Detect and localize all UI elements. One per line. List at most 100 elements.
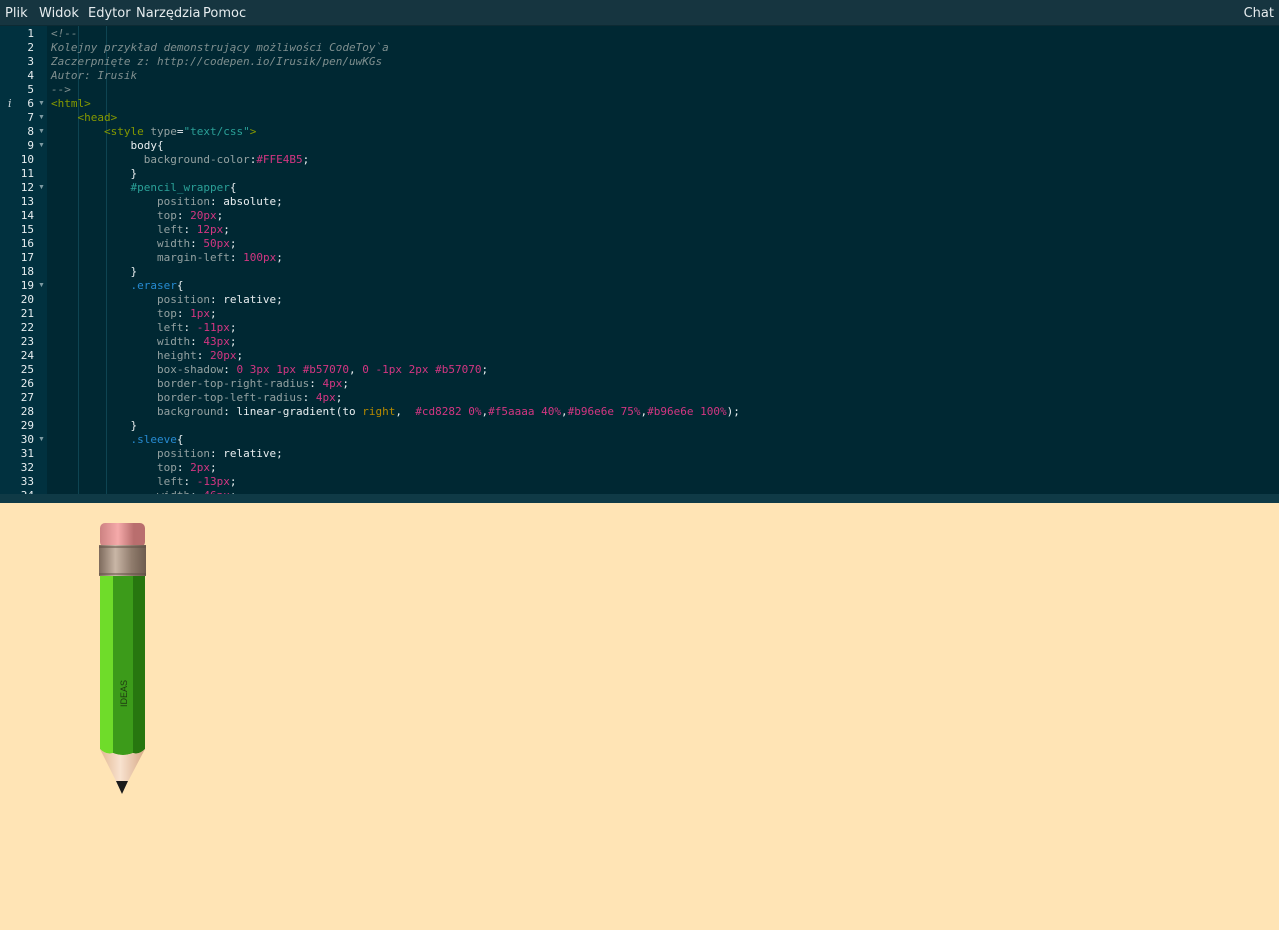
code-token: border-top-left-radius [156, 391, 303, 404]
code-token: : [196, 349, 210, 362]
line-number: 5 [27, 83, 34, 96]
code-line[interactable]: #pencil_wrapper{ [51, 181, 236, 195]
code-token: : [183, 321, 197, 334]
code-line[interactable]: margin-left: 100px; [51, 251, 283, 265]
code-line[interactable]: top: 2px; [51, 461, 217, 475]
code-token: ; [236, 349, 244, 362]
code-line[interactable]: <head> [51, 111, 118, 125]
horizontal-scrollbar[interactable] [0, 494, 1279, 503]
code-line[interactable]: width: 43px; [51, 335, 237, 349]
code-line[interactable]: <html> [51, 97, 91, 111]
fold-toggle-icon[interactable]: ▼ [38, 139, 45, 153]
code-token: 20px [190, 209, 217, 222]
code-line[interactable]: background: linear-gradient(to right, #c… [51, 405, 740, 419]
fold-toggle-icon[interactable]: ▼ [38, 125, 45, 139]
code-token: : absolute; [209, 195, 283, 208]
code-token: : [309, 377, 323, 390]
code-token: : [190, 335, 204, 348]
code-token: : [176, 209, 191, 222]
code-line[interactable]: background-color:#FFE4B5; [51, 153, 310, 167]
info-icon[interactable]: i [8, 97, 12, 111]
code-line[interactable]: --> [51, 83, 71, 97]
code-token: : [176, 307, 191, 320]
code-token: left [156, 223, 184, 236]
pencil-body-middle [113, 576, 133, 755]
code-token: #b57070 [435, 363, 482, 376]
line-number: 7 [27, 111, 34, 124]
chat-button[interactable]: Chat [1244, 6, 1274, 21]
code-line[interactable]: } [51, 167, 137, 181]
code-line[interactable]: top: 20px; [51, 209, 223, 223]
preview-pane: IDEAS [0, 503, 1279, 925]
code-line[interactable]: left: -11px; [51, 321, 237, 335]
code-line[interactable]: body{ [51, 139, 163, 153]
code-line[interactable]: position: relative; [51, 447, 283, 461]
line-number: 30 [20, 433, 34, 446]
fold-toggle-icon[interactable]: ▼ [38, 181, 45, 195]
code-line[interactable]: } [51, 419, 137, 433]
menu-pomoc[interactable]: Pomoc [203, 6, 246, 21]
code-editor[interactable]: 1 2 3 4 5 6 ▼ i 7 ▼ 8 ▼ 9 ▼ 10 11 12 ▼ 13 14 15 16 17 18 19 ▼ 20 21… [0, 26, 1279, 503]
code-token: Autor: Irusik [51, 69, 138, 82]
code-line[interactable]: Autor: Irusik [51, 69, 137, 83]
code-line[interactable]: left: -13px; [51, 475, 237, 489]
code-line[interactable]: width: 50px; [51, 237, 237, 251]
line-number: 22 [20, 321, 34, 334]
code-token: ; [335, 391, 343, 404]
code-token: left [156, 475, 184, 488]
code-token: #pencil_wrapper [130, 181, 230, 194]
code-line[interactable]: <style type="text/css"> [51, 125, 256, 139]
menu-narzedzia[interactable]: Narzędzia [136, 6, 201, 21]
code-line[interactable]: top: 1px; [51, 307, 217, 321]
code-line[interactable]: .eraser{ [51, 279, 183, 293]
fold-toggle-icon[interactable]: ▼ [38, 279, 45, 293]
code-line[interactable]: } [51, 265, 137, 279]
code-token: 2px [190, 461, 210, 474]
code-line[interactable]: .sleeve{ [51, 433, 183, 447]
code-line[interactable]: box-shadow: 0 3px 1px #b57070, 0 -1px 2p… [51, 363, 488, 377]
menu-edytor[interactable]: Edytor [88, 6, 131, 21]
code-token: { [176, 433, 184, 446]
line-number: 10 [20, 153, 34, 166]
code-line[interactable]: position: absolute; [51, 195, 283, 209]
code-token: --> [51, 83, 71, 96]
pencil-lead [116, 781, 128, 794]
code-token: -11px [196, 321, 230, 334]
code-area[interactable]: <!-- Kolejny przykład demonstrujący możli… [47, 26, 1279, 494]
code-token: : [302, 391, 316, 404]
code-token: , [349, 363, 363, 376]
code-line[interactable]: <!-- [51, 27, 78, 41]
code-token: #FFE4B5 [256, 153, 303, 166]
fold-toggle-icon[interactable]: ▼ [38, 433, 45, 447]
code-token: type [150, 125, 177, 138]
fold-toggle-icon[interactable]: ▼ [38, 111, 45, 125]
fold-toggle-icon[interactable]: ▼ [38, 97, 45, 111]
line-number-gutter: 1 2 3 4 5 6 ▼ i 7 ▼ 8 ▼ 9 ▼ 10 11 12 ▼ 13 14 15 16 17 18 19 ▼ 20 21… [0, 26, 47, 502]
code-token: 100% [693, 405, 727, 418]
code-line[interactable]: border-top-right-radius: 4px; [51, 377, 349, 391]
line-number: 17 [20, 251, 34, 264]
menu-widok[interactable]: Widok [39, 6, 79, 21]
code-line[interactable]: height: 20px; [51, 349, 243, 363]
code-line[interactable]: position: relative; [51, 293, 283, 307]
menu-plik[interactable]: Plik [5, 6, 28, 21]
code-token: Zaczerpnięte z: http://codepen.io/Irusik… [51, 55, 383, 68]
code-token: <!-- [51, 27, 78, 40]
code-line[interactable]: Zaczerpnięte z: http://codepen.io/Irusik… [51, 55, 382, 69]
line-number: 1 [27, 27, 34, 40]
code-line[interactable]: left: 12px; [51, 223, 230, 237]
code-token: border-top-right-radius [156, 377, 310, 390]
line-number: 12 [20, 181, 34, 194]
code-line[interactable]: border-top-left-radius: 4px; [51, 391, 342, 405]
code-line[interactable]: Kolejny przykład demonstrujący możliwośc… [51, 41, 389, 55]
